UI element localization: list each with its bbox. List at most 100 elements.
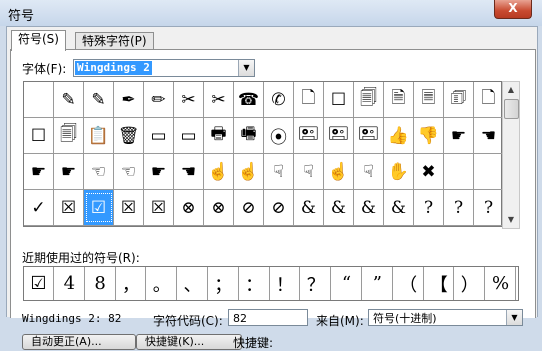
symbol-cell[interactable]: 🗋 <box>294 82 324 118</box>
recent-symbol-cell[interactable]: % <box>486 267 516 300</box>
symbol-cell[interactable]: ☚ <box>174 154 204 190</box>
symbol-cell[interactable]: 🗊 <box>444 82 474 118</box>
recent-symbol-cell[interactable]: ， <box>116 267 147 300</box>
recent-symbol-cell[interactable]: ？ <box>301 267 332 300</box>
close-button[interactable]: X <box>494 0 532 19</box>
symbol-cell[interactable]: ▭ <box>174 118 204 154</box>
recent-symbol-cell[interactable]: ； <box>209 267 239 300</box>
symbol-cell[interactable]: ✎ <box>54 82 84 118</box>
symbol-cell[interactable]: ☝ <box>324 154 354 190</box>
symbol-cell[interactable]: & <box>384 190 414 226</box>
symbol-cell[interactable]: 🗐 <box>354 82 384 118</box>
symbol-cell[interactable]: ☛ <box>144 154 174 190</box>
symbol-cell[interactable]: ✆ <box>264 82 294 118</box>
symbol-cell[interactable]: ⦿ <box>264 118 294 154</box>
symbol-cell[interactable]: ☚ <box>474 118 504 154</box>
font-dropdown[interactable]: Wingdings 2 ▼ <box>73 59 255 77</box>
symbol-cell[interactable]: 👍 <box>384 118 414 154</box>
symbol-cell[interactable]: ⊘ <box>264 190 294 226</box>
symbol-cell[interactable]: ✎ <box>84 82 114 118</box>
symbol-cell[interactable]: 🖭 <box>324 118 354 154</box>
recent-symbol-cell[interactable]: ” <box>363 267 393 300</box>
char-code-input[interactable]: 82 <box>228 309 308 326</box>
symbol-glyph: ✆ <box>271 89 286 110</box>
symbol-cell[interactable]: ☛ <box>24 154 54 190</box>
symbol-cell[interactable]: 📋 <box>84 118 114 154</box>
symbol-cell[interactable]: ☟ <box>264 154 294 190</box>
symbol-grid[interactable]: ✎ ✎ ✒ ✏ ✂ ✂ ☎ ✆ 🗋 ☐ 🗐 🗎 🗏 🗊 🗋 ☐ 🗐 📋 🗑 ▭ ▭ 🖶 🖷 ⦿ 🖭 🖭 🖭 👍 👎 ☛ ☚ ☛ ☛ ☜ ☜ ☛ ☚ ☝ ☝ ☟… <box>23 81 504 227</box>
symbol-cell[interactable]: ☒ <box>54 190 84 226</box>
symbol-cell[interactable]: 🗐 <box>54 118 84 154</box>
symbol-cell[interactable]: 🖶 <box>204 118 234 154</box>
symbol-cell[interactable]: ✓ <box>24 190 54 226</box>
chevron-down-icon[interactable]: ▼ <box>238 60 254 76</box>
symbol-cell[interactable]: ☛ <box>54 154 84 190</box>
symbol-cell[interactable]: ☛ <box>444 118 474 154</box>
recent-symbol-cell[interactable]: ： <box>240 267 270 300</box>
symbol-cell[interactable]: 🖭 <box>354 118 384 154</box>
symbol-cell[interactable]: ☜ <box>84 154 114 190</box>
recent-symbol-cell[interactable]: 4 <box>55 267 85 300</box>
scroll-down-icon[interactable]: ▼ <box>503 212 519 228</box>
recent-symbol-cell[interactable]: ！ <box>270 267 301 300</box>
symbol-cell[interactable]: ☑ <box>84 190 114 226</box>
scrollbar-thumb[interactable] <box>504 99 519 119</box>
symbol-cell[interactable]: & <box>354 190 384 226</box>
symbol-cell[interactable]: ⊘ <box>234 190 264 226</box>
symbol-cell[interactable]: 🖷 <box>234 118 264 154</box>
symbol-cell[interactable]: 🗋 <box>474 82 504 118</box>
recent-symbols-row[interactable]: ☑ 4 8，。、；：！？ “” （【）% <box>23 266 519 301</box>
symbol-cell[interactable]: ? <box>474 190 504 226</box>
symbol-cell[interactable]: ⊗ <box>174 190 204 226</box>
symbol-cell[interactable]: 🗎 <box>384 82 414 118</box>
recent-symbol-cell[interactable]: 、 <box>178 267 208 300</box>
symbol-glyph: ⊗ <box>211 197 226 218</box>
symbol-cell[interactable]: ☜ <box>114 154 144 190</box>
symbol-cell[interactable]: ▭ <box>144 118 174 154</box>
recent-symbol-cell[interactable]: （ <box>394 267 424 300</box>
symbol-cell[interactable]: ☟ <box>354 154 384 190</box>
tab-symbols[interactable]: 符号(S) <box>11 30 66 51</box>
symbol-cell[interactable]: 🗏 <box>414 82 444 118</box>
symbol-cell[interactable]: ☒ <box>144 190 174 226</box>
symbol-cell[interactable]: ☒ <box>114 190 144 226</box>
symbol-cell[interactable]: ? <box>414 190 444 226</box>
symbol-cell[interactable]: ? <box>444 190 474 226</box>
symbol-grid-scrollbar[interactable]: ▲ ▼ <box>502 81 520 229</box>
shortcut-key-button[interactable]: 快捷键(K)... <box>136 334 242 350</box>
recent-symbol-cell[interactable]: 8 <box>86 267 116 300</box>
symbol-cell[interactable] <box>444 154 474 190</box>
chevron-down-icon[interactable]: ▼ <box>506 310 522 325</box>
recent-symbol-cell[interactable]: ☑ <box>24 267 54 300</box>
recent-symbol-cell[interactable]: 。 <box>147 267 178 300</box>
symbol-cell[interactable]: ⊗ <box>204 190 234 226</box>
symbol-cell[interactable]: 👎 <box>414 118 444 154</box>
symbol-cell[interactable]: ☝ <box>234 154 264 190</box>
symbol-cell[interactable]: ☐ <box>324 82 354 118</box>
symbol-cell[interactable]: ✖ <box>414 154 444 190</box>
symbol-cell[interactable]: ✒ <box>114 82 144 118</box>
symbol-cell[interactable]: ☟ <box>294 154 324 190</box>
symbol-glyph: ☑ <box>85 193 112 222</box>
symbol-cell[interactable]: 🗑 <box>114 118 144 154</box>
symbol-cell[interactable] <box>24 82 54 118</box>
symbol-glyph: ▭ <box>150 125 167 146</box>
symbol-cell[interactable]: 🖭 <box>294 118 324 154</box>
recent-symbol-cell[interactable]: “ <box>332 267 362 300</box>
from-dropdown[interactable]: 符号(十进制) ▼ <box>368 309 523 326</box>
symbol-cell[interactable]: ✏ <box>144 82 174 118</box>
recent-symbol-cell[interactable]: 【 <box>424 267 455 300</box>
symbol-cell[interactable]: & <box>324 190 354 226</box>
scroll-up-icon[interactable]: ▲ <box>503 82 519 98</box>
tab-special-characters[interactable]: 特殊字符(P) <box>75 32 154 50</box>
autocorrect-button[interactable]: 自动更正(A)... <box>22 334 136 350</box>
symbol-cell[interactable]: ☝ <box>204 154 234 190</box>
symbol-cell[interactable]: ✋ <box>384 154 414 190</box>
symbol-cell[interactable] <box>474 154 504 190</box>
symbol-cell[interactable]: ✂ <box>174 82 204 118</box>
symbol-cell[interactable]: ☐ <box>24 118 54 154</box>
symbol-cell[interactable]: ☎ <box>234 82 264 118</box>
symbol-cell[interactable]: & <box>294 190 324 226</box>
recent-symbol-cell[interactable]: ） <box>455 267 486 300</box>
symbol-cell[interactable]: ✂ <box>204 82 234 118</box>
